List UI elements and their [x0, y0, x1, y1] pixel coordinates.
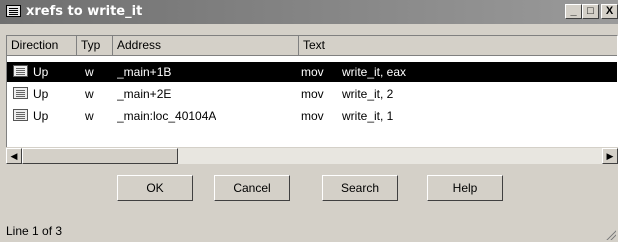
row-type: w [85, 87, 94, 101]
xref-entry-icon [13, 87, 28, 99]
row-direction: Up [33, 87, 49, 101]
list-window-icon [6, 5, 21, 17]
row-operands: write_it, eax [342, 65, 407, 79]
row-mnemonic: mov [301, 87, 324, 101]
column-header-type[interactable]: Typ [77, 36, 113, 56]
close-button[interactable]: X [601, 4, 618, 19]
row-address: _main+2E [117, 87, 172, 101]
resize-grip-icon[interactable] [604, 228, 616, 240]
search-button[interactable]: Search [322, 175, 398, 201]
horizontal-scrollbar[interactable]: ◀ ▶ [6, 147, 618, 164]
ok-button[interactable]: OK [117, 175, 193, 201]
row-direction: Up [33, 65, 49, 79]
row-address: _main+1B [117, 65, 172, 79]
row-direction: Up [33, 109, 49, 123]
row-operands: write_it, 1 [342, 109, 394, 123]
status-line: Line 1 of 3 [6, 224, 63, 238]
row-address: _main:loc_40104A [117, 109, 217, 123]
table-row[interactable]: Up w _main+1B mov write_it, eax [7, 62, 617, 82]
row-type: w [85, 65, 94, 79]
scroll-thumb[interactable] [22, 148, 178, 164]
row-mnemonic: mov [301, 109, 324, 123]
column-header-direction[interactable]: Direction [7, 36, 77, 56]
row-type: w [85, 109, 94, 123]
scroll-left-icon[interactable]: ◀ [6, 148, 22, 164]
list-header: Direction Typ Address Text [7, 36, 617, 56]
window-title: xrefs to write_it [26, 4, 143, 19]
column-header-address[interactable]: Address [113, 36, 299, 56]
xref-entry-icon [13, 65, 28, 77]
column-header-text[interactable]: Text [299, 36, 617, 56]
xrefs-list[interactable]: Direction Typ Address Text Up w _main+1B… [6, 35, 618, 150]
minimize-button[interactable]: _ [565, 4, 582, 19]
table-row[interactable]: Up w _main+2E mov write_it, 2 [7, 84, 617, 104]
xref-entry-icon [13, 109, 28, 121]
row-operands: write_it, 2 [342, 87, 394, 101]
row-mnemonic: mov [301, 65, 324, 79]
scroll-right-icon[interactable]: ▶ [602, 148, 618, 164]
help-button[interactable]: Help [427, 175, 503, 201]
title-bar[interactable]: xrefs to write_it _ □ X [0, 0, 618, 24]
xrefs-dialog: xrefs to write_it _ □ X Direction Typ Ad… [0, 0, 618, 242]
maximize-button[interactable]: □ [582, 4, 599, 19]
cancel-button[interactable]: Cancel [214, 175, 290, 201]
table-row[interactable]: Up w _main:loc_40104A mov write_it, 1 [7, 106, 617, 126]
